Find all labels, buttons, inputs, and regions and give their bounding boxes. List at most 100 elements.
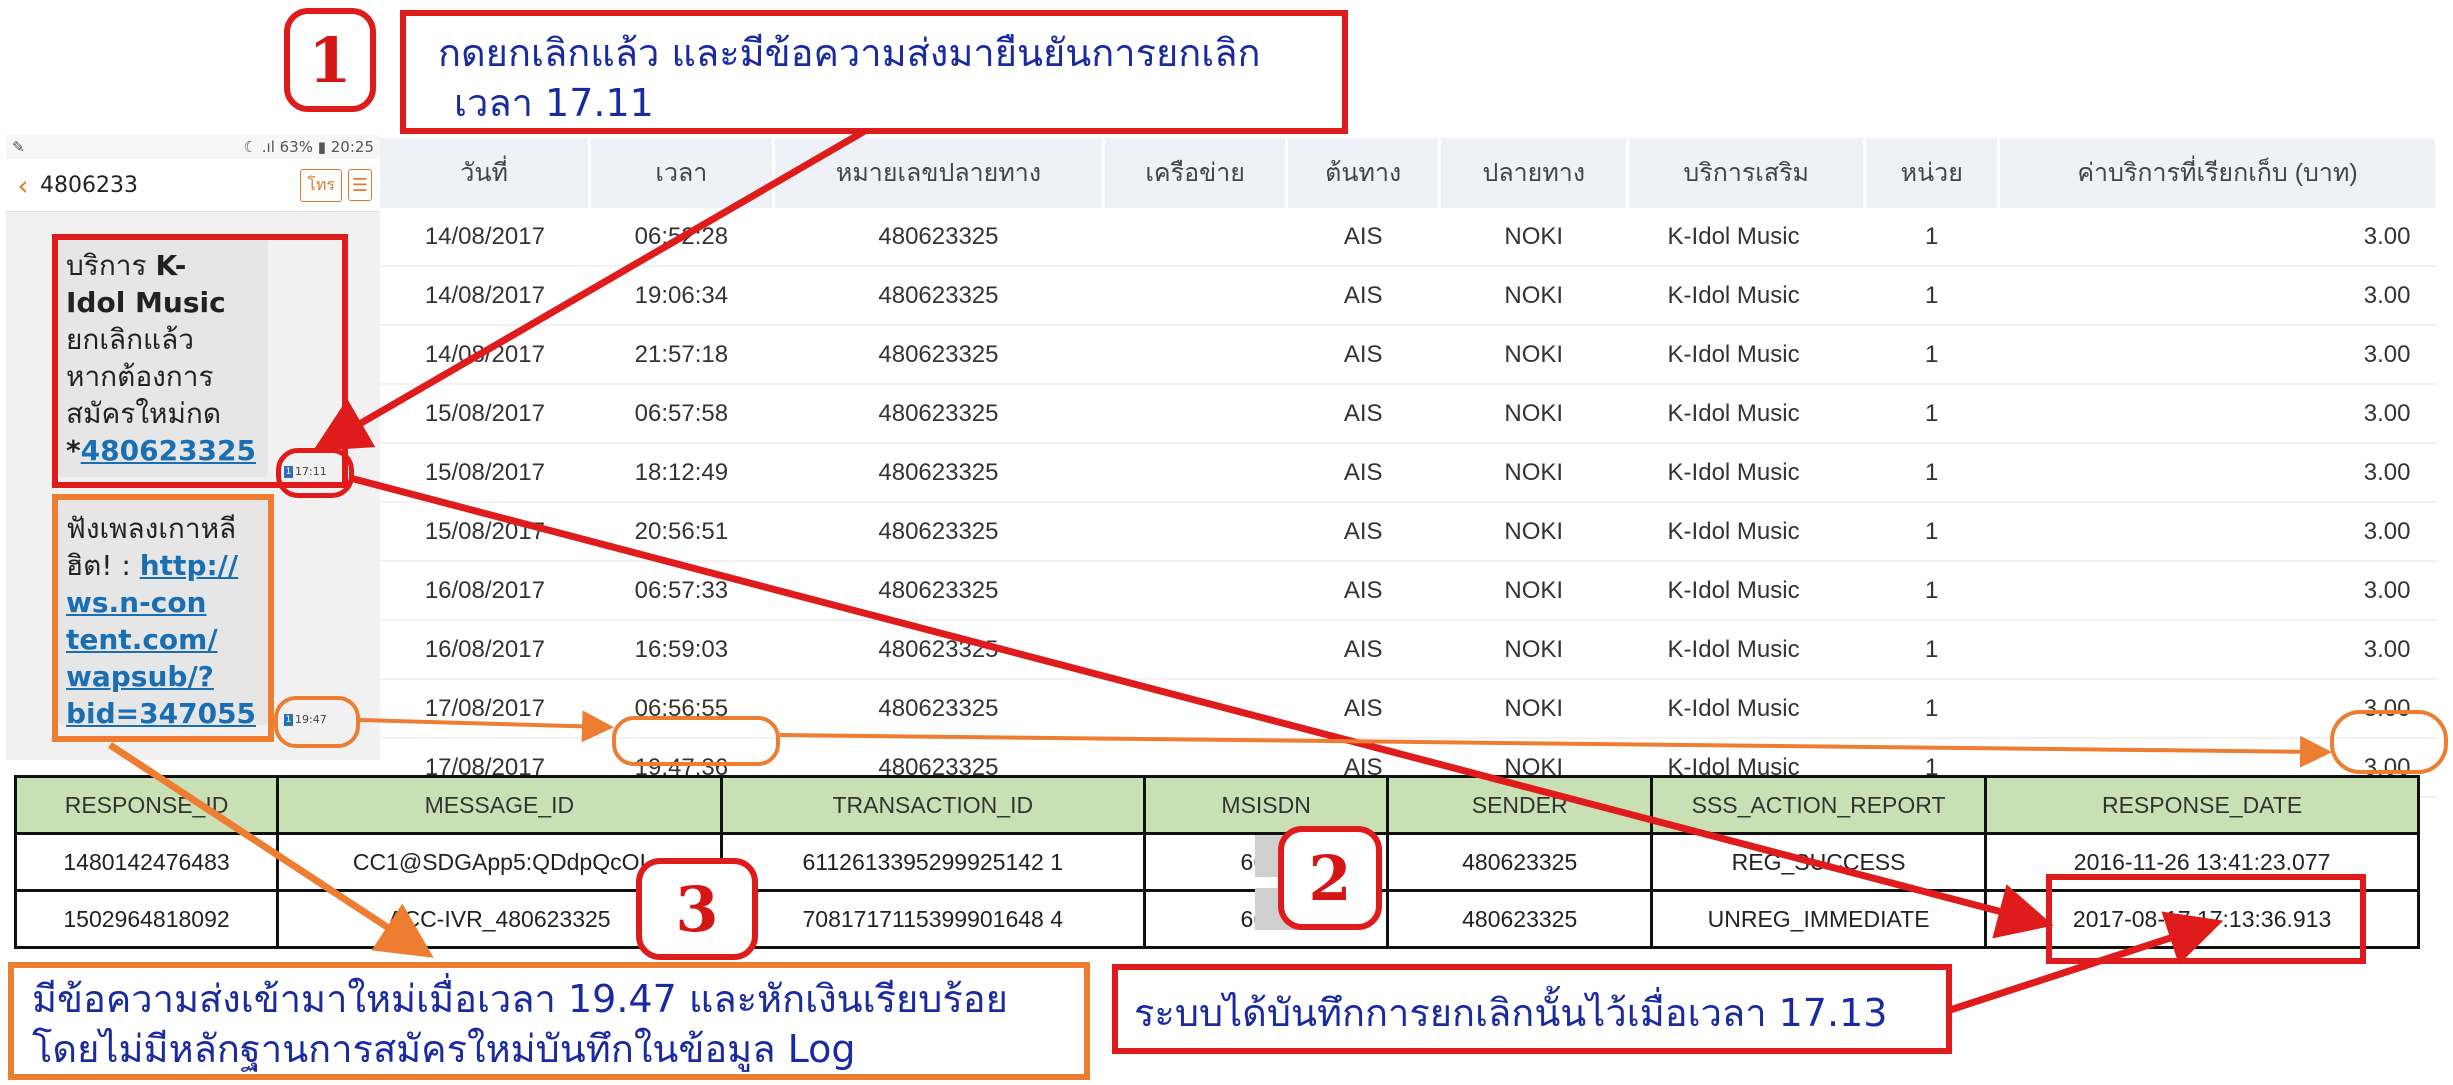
log-cell-action-report: UNREG_IMMEDIATE <box>1649 889 1988 949</box>
billing-cell-time: 06:52:28 <box>589 208 774 267</box>
billing-cell-network <box>1103 208 1287 267</box>
billing-cell-time: 20:56:51 <box>589 502 774 562</box>
billing-cell-network <box>1103 266 1287 326</box>
billing-cell-unit: 1 <box>1864 620 1999 680</box>
billing-row: 14/08/2017 21:57:18 480623325 AIS NOKI K-Idol… <box>380 325 2437 385</box>
highlight-charge <box>2330 710 2448 774</box>
billing-cell-service: K-Idol Music <box>1627 443 1865 503</box>
callout-number-1: 1 <box>284 8 376 112</box>
billing-cell-charge: 3.00 <box>1998 384 2437 444</box>
billing-cell-destination: 480623325 <box>773 561 1104 621</box>
callout-number-3: 3 <box>636 858 758 960</box>
billing-cell-time: 16:59:03 <box>589 620 774 680</box>
col-network: เครือข่าย <box>1103 138 1288 208</box>
billing-row: 14/08/2017 19:06:34 480623325 AIS NOKI K-Idol… <box>380 266 2437 326</box>
callout-2-text: ระบบได้บันทึกการยกเลิกนั้นไว้เมื่อเวลา 1… <box>1134 991 1888 1035</box>
callout-1-line2: เวลา 17.11 <box>454 81 654 125</box>
billing-cell-charge: 3.00 <box>1998 561 2437 621</box>
col-date: วันที่ <box>380 138 592 208</box>
billing-cell-terminal: NOKI <box>1439 561 1628 621</box>
col-message-id: MESSAGE_ID <box>276 775 723 835</box>
billing-row: 14/08/2017 06:52:28 480623325 AIS NOKI K-Idol… <box>380 208 2437 267</box>
billing-cell-terminal: NOKI <box>1439 325 1628 385</box>
billing-cell-network <box>1103 325 1287 385</box>
log-header-row: RESPONSE_ID MESSAGE_ID TRANSACTION_ID MS… <box>13 775 2420 835</box>
billing-cell-destination: 480623325 <box>773 208 1104 267</box>
billing-cell-network <box>1103 679 1287 739</box>
status-right: ☾ .ıl 63% ▮ 20:25 <box>243 138 374 156</box>
billing-cell-destination: 480623325 <box>773 620 1104 680</box>
billing-cell-unit: 1 <box>1864 502 1999 562</box>
billing-cell-date: 14/08/2017 <box>380 208 590 267</box>
billing-cell-date: 15/08/2017 <box>380 384 590 444</box>
billing-cell-unit: 1 <box>1864 443 1999 503</box>
billing-header-row: วันที่ เวลา หมายเลขปลายทาง เครือข่าย ต้น… <box>380 138 2438 208</box>
callout-3-line1: มีข้อความส่งเข้ามาใหม่เมื่อเวลา 19.47 แล… <box>32 977 1008 1021</box>
billing-cell-terminal: NOKI <box>1439 443 1628 503</box>
billing-cell-date: 16/08/2017 <box>380 620 590 680</box>
billing-cell-destination: 480623325 <box>773 266 1104 326</box>
col-terminal: ปลายทาง <box>1439 138 1630 208</box>
col-unit: หน่วย <box>1864 138 2001 208</box>
log-cell-sender: 480623325 <box>1386 889 1653 949</box>
callout-2-box: ระบบได้บันทึกการยกเลิกนั้นไว้เมื่อเวลา 1… <box>1112 964 1952 1054</box>
log-cell-transaction-id: 6112613395299925142 1 <box>719 832 1146 892</box>
highlight-promo-message <box>52 494 274 742</box>
billing-cell-date: 14/08/2017 <box>380 325 590 385</box>
billing-cell-service: K-Idol Music <box>1627 561 1865 621</box>
billing-cell-destination: 480623325 <box>773 443 1104 503</box>
status-left: ✎ <box>12 138 25 156</box>
billing-cell-unit: 1 <box>1864 325 1999 385</box>
billing-cell-terminal: NOKI <box>1439 502 1628 562</box>
billing-cell-network <box>1103 443 1287 503</box>
billing-cell-unit: 1 <box>1864 561 1999 621</box>
conversation-header: ‹ 4806233 โทร ☰ <box>6 159 380 212</box>
callout-number-2: 2 <box>1278 826 1382 930</box>
billing-cell-time: 19:06:34 <box>589 266 774 326</box>
log-cell-response-id: 1502964818092 <box>13 889 280 949</box>
col-destination: หมายเลขปลายทาง <box>773 138 1106 208</box>
billing-cell-date: 16/08/2017 <box>380 561 590 621</box>
billing-cell-charge: 3.00 <box>1998 208 2437 267</box>
billing-cell-network <box>1103 620 1287 680</box>
billing-cell-service: K-Idol Music <box>1627 679 1865 739</box>
billing-cell-origin: AIS <box>1286 443 1440 503</box>
billing-cell-service: K-Idol Music <box>1627 620 1865 680</box>
log-cell-response-id: 1480142476483 <box>13 832 280 892</box>
col-sender: SENDER <box>1386 775 1653 835</box>
callout-1-line1: กดยกเลิกแล้ว และมีข้อความส่งมายืนยันการย… <box>438 31 1261 75</box>
col-response-id: RESPONSE_ID <box>13 775 280 835</box>
billing-cell-origin: AIS <box>1286 384 1440 444</box>
billing-cell-date: 17/08/2017 <box>380 679 590 739</box>
billing-cell-time: 18:12:49 <box>589 443 774 503</box>
billing-cell-service: K-Idol Music <box>1627 266 1865 326</box>
highlight-response-date <box>2046 874 2366 964</box>
billing-row: 15/08/2017 20:56:51 480623325 AIS NOKI K-Idol… <box>380 502 2437 562</box>
col-time: เวลา <box>589 138 775 208</box>
billing-cell-network <box>1103 561 1287 621</box>
billing-cell-unit: 1 <box>1864 208 1999 267</box>
callout-1-box: กดยกเลิกแล้ว และมีข้อความส่งมายืนยันการย… <box>400 10 1348 134</box>
billing-cell-network <box>1103 384 1287 444</box>
col-response-date: RESPONSE_DATE <box>1984 775 2420 835</box>
col-service: บริการเสริม <box>1627 138 1867 208</box>
billing-cell-time: 06:57:58 <box>589 384 774 444</box>
billing-cell-unit: 1 <box>1864 384 1999 444</box>
billing-cell-service: K-Idol Music <box>1627 384 1865 444</box>
billing-cell-time: 21:57:18 <box>589 325 774 385</box>
billing-cell-origin: AIS <box>1286 266 1440 326</box>
billing-cell-date: 15/08/2017 <box>380 502 590 562</box>
billing-cell-terminal: NOKI <box>1439 679 1628 739</box>
log-cell-sender: 480623325 <box>1386 832 1653 892</box>
billing-cell-service: K-Idol Music <box>1627 325 1865 385</box>
billing-cell-charge: 3.00 <box>1998 620 2437 680</box>
billing-row: 16/08/2017 16:59:03 480623325 AIS NOKI K-Idol… <box>380 620 2437 680</box>
menu-icon[interactable]: ☰ <box>348 169 372 201</box>
billing-cell-unit: 1 <box>1864 679 1999 739</box>
billing-cell-terminal: NOKI <box>1439 620 1628 680</box>
billing-cell-charge: 3.00 <box>1998 443 2437 503</box>
billing-cell-date: 15/08/2017 <box>380 443 590 503</box>
call-button[interactable]: โทร <box>300 168 342 202</box>
log-cell-action-report: REG_SUCCESS <box>1649 832 1988 892</box>
back-arrow-icon[interactable]: ‹ <box>6 169 40 202</box>
